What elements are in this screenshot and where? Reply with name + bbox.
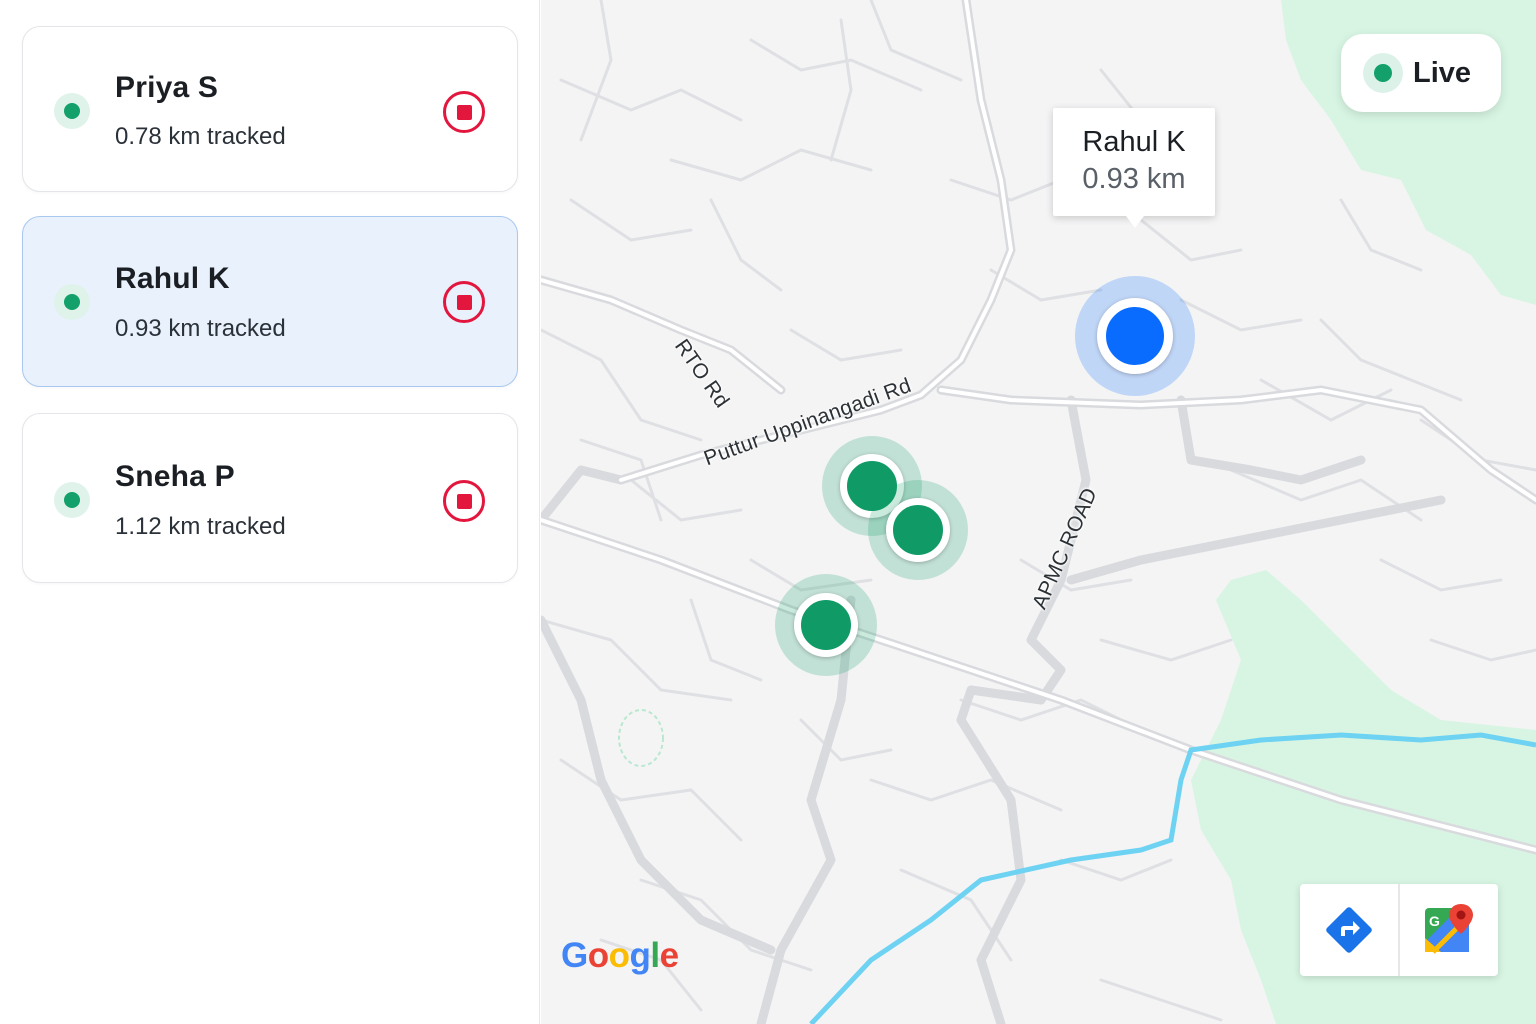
rider-name: Priya S bbox=[115, 71, 219, 104]
tooltip-rider-name: Rahul K bbox=[1082, 126, 1186, 158]
directions-button[interactable] bbox=[1300, 884, 1398, 976]
tracking-sidebar: Priya S 0.78 km tracked Rahul K 0.93 km … bbox=[0, 0, 540, 1024]
rider-distance: 0.93 km tracked bbox=[115, 315, 286, 342]
rider-distance: 0.78 km tracked bbox=[115, 123, 286, 150]
rider-name: Sneha P bbox=[115, 460, 235, 493]
stop-tracking-button[interactable] bbox=[443, 281, 485, 323]
live-status-icon bbox=[54, 284, 90, 320]
rider-card-rahul[interactable]: Rahul K 0.93 km tracked bbox=[22, 216, 518, 387]
live-status-icon bbox=[54, 93, 90, 129]
rider-name: Rahul K bbox=[115, 262, 230, 295]
live-indicator: Live bbox=[1341, 34, 1501, 112]
marker-info-tooltip: Rahul K 0.93 km bbox=[1053, 108, 1215, 228]
google-maps-icon: G bbox=[1425, 904, 1473, 954]
live-status-icon bbox=[54, 482, 90, 518]
live-dot-icon bbox=[1363, 53, 1403, 93]
map-action-buttons: G bbox=[1300, 884, 1498, 976]
google-logo: Google bbox=[561, 936, 679, 975]
stop-icon bbox=[456, 104, 472, 120]
rider-marker-sneha[interactable] bbox=[868, 480, 968, 580]
stop-tracking-button[interactable] bbox=[443, 480, 485, 522]
stop-tracking-button[interactable] bbox=[443, 91, 485, 133]
rider-distance: 1.12 km tracked bbox=[115, 513, 286, 540]
rider-marker-rahul-selected[interactable] bbox=[1075, 276, 1195, 396]
stop-icon bbox=[456, 294, 472, 310]
live-map[interactable]: RTO Rd Puttur Uppinangadi Rd APMC ROAD R… bbox=[541, 0, 1536, 1024]
rider-card-priya[interactable]: Priya S 0.78 km tracked bbox=[22, 26, 518, 192]
live-label: Live bbox=[1413, 56, 1472, 89]
open-google-maps-button[interactable]: G bbox=[1400, 884, 1498, 976]
tooltip-rider-distance: 0.93 km bbox=[1082, 163, 1186, 195]
stop-icon bbox=[456, 493, 472, 509]
rider-card-sneha[interactable]: Sneha P 1.12 km tracked bbox=[22, 413, 518, 583]
directions-icon bbox=[1326, 907, 1372, 953]
svg-text:G: G bbox=[1429, 913, 1440, 929]
map-base bbox=[541, 0, 1536, 1024]
rider-marker-other[interactable] bbox=[775, 574, 877, 676]
